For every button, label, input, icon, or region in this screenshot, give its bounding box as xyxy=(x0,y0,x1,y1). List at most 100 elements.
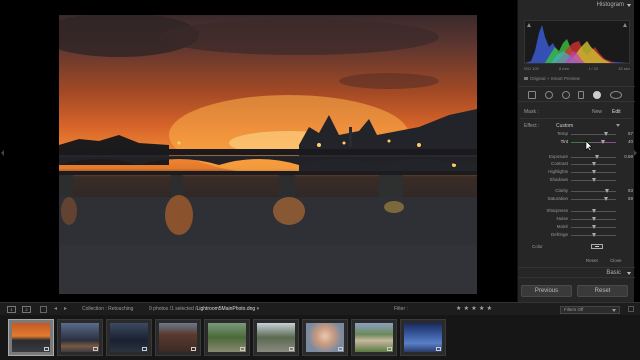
color-swatch[interactable] xyxy=(591,244,603,249)
filmstrip-thumbnail[interactable] xyxy=(253,319,299,356)
filmstrip-thumbnail[interactable] xyxy=(155,319,201,356)
effect-dropdown-arrow-icon[interactable] xyxy=(616,124,620,127)
slider-track[interactable] xyxy=(571,196,616,201)
slider-knob[interactable] xyxy=(591,225,596,229)
slider-value[interactable]: 59 xyxy=(618,196,633,201)
slider-label: Temp xyxy=(556,131,568,136)
adjustment-brush-tool-icon[interactable] xyxy=(610,91,622,99)
filter-label: Filter : xyxy=(394,306,408,312)
slider-track[interactable] xyxy=(571,178,616,182)
slider-knob[interactable] xyxy=(591,217,596,222)
second-window-button[interactable]: 2 xyxy=(22,306,31,313)
filmstrip-thumbnail[interactable] xyxy=(400,319,446,356)
filmstrip-thumbnail[interactable] xyxy=(351,319,397,356)
edited-badge-icon xyxy=(240,347,245,351)
expand-basic-icon[interactable] xyxy=(627,272,631,275)
slider-row[interactable]: Tint 40 xyxy=(518,139,635,146)
filters-dropdown[interactable]: Filters Off xyxy=(560,306,620,314)
photo-count[interactable]: 9 photos /1 selected /Lightroom5MainPhot… xyxy=(149,306,259,312)
mask-edit-button[interactable]: Edit xyxy=(612,109,621,115)
slider-knob[interactable] xyxy=(591,178,596,182)
slider-label: Contrast xyxy=(550,161,568,167)
slider-label: Highlights xyxy=(548,169,568,175)
smart-preview-status[interactable]: Original + Smart Preview xyxy=(524,76,580,81)
slider-value[interactable]: 67 xyxy=(618,131,633,136)
edited-badge-icon xyxy=(142,347,147,351)
spot-removal-tool-icon[interactable] xyxy=(545,91,553,99)
slider-track[interactable] xyxy=(571,162,616,167)
reset-button[interactable]: Reset xyxy=(577,285,628,297)
edited-badge-icon xyxy=(44,347,49,351)
collection-label[interactable]: Collection : Retouching xyxy=(82,306,133,312)
grid-view-icon[interactable] xyxy=(40,306,47,313)
filmstrip-thumbnail[interactable] xyxy=(57,319,103,356)
slider-row[interactable]: Clarity 83 xyxy=(518,188,635,195)
red-eye-tool-icon[interactable] xyxy=(562,91,570,99)
edited-badge-icon xyxy=(191,347,196,351)
brush-reset-button[interactable]: Reset xyxy=(586,258,598,263)
slider-value[interactable]: 83 xyxy=(618,188,633,193)
radial-filter-tool-icon[interactable] xyxy=(593,91,601,99)
slider-knob[interactable] xyxy=(605,188,609,193)
effect-row[interactable]: Effect : Custom xyxy=(518,122,635,130)
mask-new-button[interactable]: New xyxy=(592,109,602,115)
forward-arrow-icon[interactable]: ▸ xyxy=(64,305,67,312)
slider-knob[interactable] xyxy=(591,162,596,167)
slider-label: Moiré xyxy=(556,224,568,229)
selected-filename: Lightroom5MainPhoto.dng xyxy=(196,306,256,312)
brush-close-button[interactable]: Close xyxy=(610,258,622,263)
filmstrip-thumbnail[interactable] xyxy=(302,319,348,356)
histogram-graph[interactable] xyxy=(524,20,630,64)
star-rating-filter[interactable]: ★ ★ ★ ★ ★ xyxy=(456,305,492,312)
slider-knob[interactable] xyxy=(601,139,606,144)
slider-track[interactable] xyxy=(571,209,616,214)
slider-knob[interactable] xyxy=(595,154,600,159)
slider-knob[interactable] xyxy=(604,132,609,136)
slider-row[interactable]: Defringe xyxy=(518,232,635,239)
filmstrip-thumbnail[interactable] xyxy=(106,319,152,356)
slider-knob[interactable] xyxy=(591,232,596,237)
filmstrip-thumbnail[interactable] xyxy=(8,319,54,356)
slider-row[interactable]: Moiré xyxy=(518,224,635,231)
histogram-header[interactable]: Histogram xyxy=(518,0,634,11)
slider-label: Noise xyxy=(556,216,568,222)
slider-knob[interactable] xyxy=(591,170,596,175)
filmstrip-thumbnail[interactable] xyxy=(204,319,250,356)
slider-track[interactable] xyxy=(571,217,616,222)
slider-value[interactable]: 0.68 xyxy=(618,154,633,159)
graduated-filter-tool-icon[interactable] xyxy=(578,91,584,99)
slider-track[interactable] xyxy=(571,232,616,237)
develop-right-panel: Histogram ISO 100 8 mm f / 20 15 sec Ori… xyxy=(517,0,635,302)
filter-lock-icon[interactable] xyxy=(628,306,634,312)
divider xyxy=(520,118,633,119)
collapse-histogram-icon[interactable] xyxy=(627,4,631,7)
slider-track[interactable] xyxy=(571,188,616,193)
slider-row[interactable]: Highlights xyxy=(518,169,635,176)
slider-row[interactable]: Noise xyxy=(518,216,635,223)
basic-panel-header[interactable]: Basic xyxy=(518,267,635,278)
slider-row[interactable]: Sharpness xyxy=(518,208,635,215)
slider-value[interactable]: 40 xyxy=(618,139,633,144)
slider-row[interactable]: Contrast xyxy=(518,161,635,168)
slider-label: Tint xyxy=(560,138,568,144)
crop-tool-icon[interactable] xyxy=(528,91,536,99)
slider-row[interactable]: Saturation 59 xyxy=(518,196,635,203)
slider-track[interactable] xyxy=(571,170,616,175)
slider-track[interactable] xyxy=(571,139,616,144)
slider-row[interactable]: Exposure 0.68 xyxy=(518,154,635,161)
effect-preset-dropdown[interactable]: Custom xyxy=(556,123,573,129)
slider-knob[interactable] xyxy=(591,209,596,214)
main-photo[interactable] xyxy=(59,15,477,294)
slider-track[interactable] xyxy=(571,154,616,159)
slider-track[interactable] xyxy=(571,132,616,136)
slider-row[interactable]: Shadows xyxy=(518,177,635,184)
slider-knob[interactable] xyxy=(604,196,609,201)
show-left-panel-arrow-icon[interactable] xyxy=(1,150,4,156)
histogram-info: ISO 100 8 mm f / 20 15 sec xyxy=(524,66,630,71)
mouse-cursor-icon xyxy=(585,140,593,152)
main-window-button[interactable]: 1 xyxy=(7,306,16,313)
previous-button[interactable]: Previous xyxy=(521,285,572,297)
back-arrow-icon[interactable]: ◂ xyxy=(54,305,57,312)
slider-row[interactable]: Temp 67 xyxy=(518,131,635,138)
slider-track[interactable] xyxy=(571,225,616,229)
